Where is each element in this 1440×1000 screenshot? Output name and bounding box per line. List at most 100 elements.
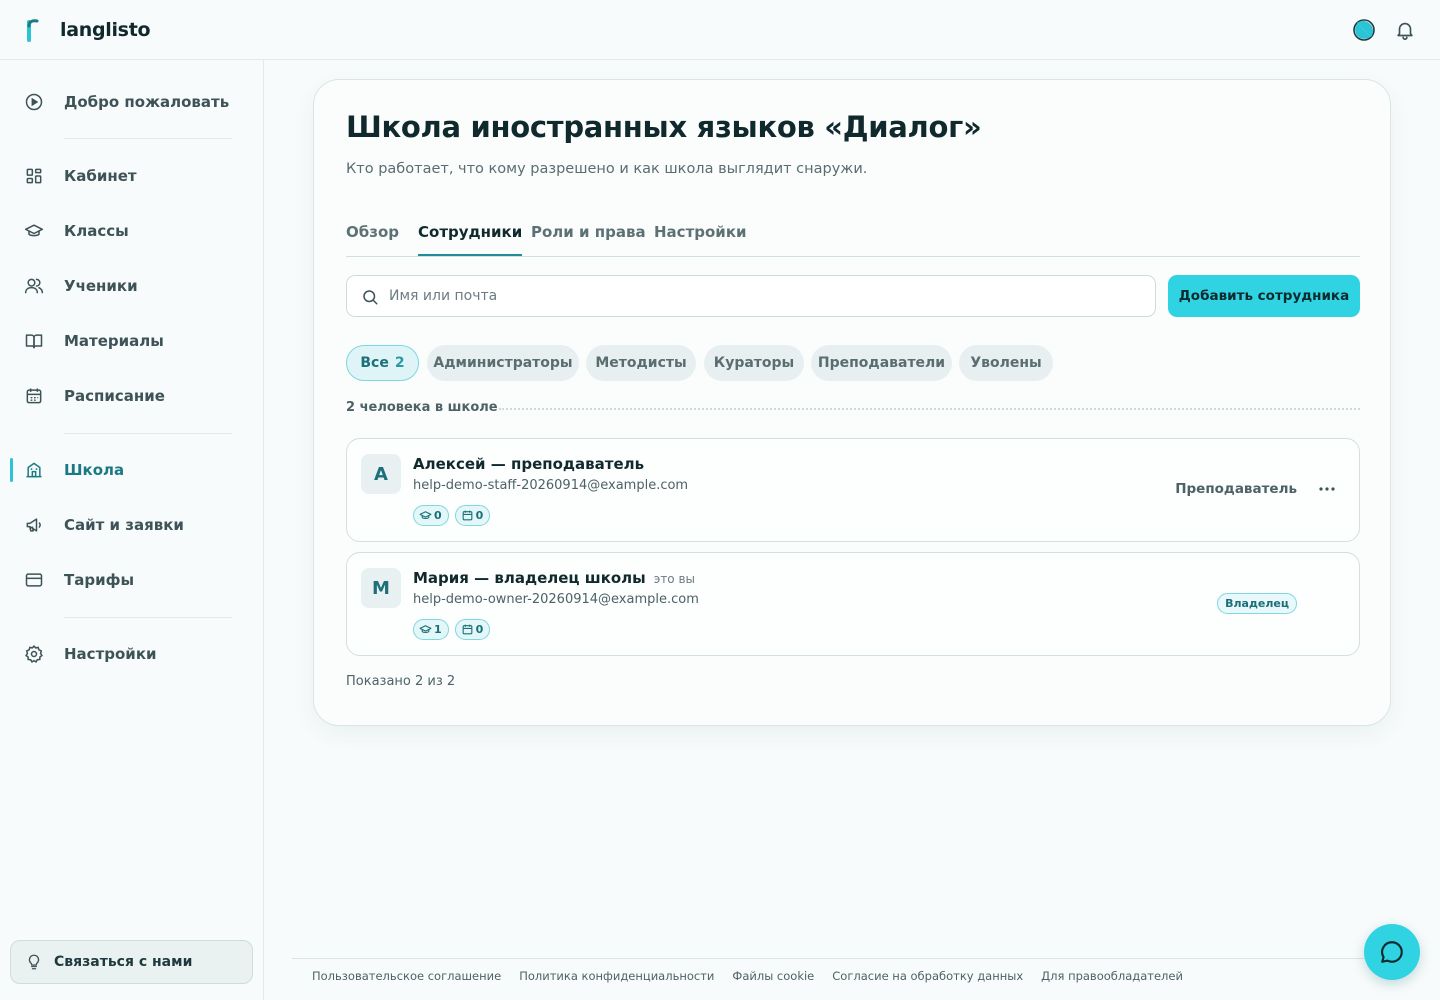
sidebar-item-label: Тарифы [64, 571, 135, 589]
shown-count-text: Показано 2 из 2 [346, 674, 456, 689]
filter-chip-teachers[interactable]: Преподаватели [811, 345, 952, 381]
sidebar-item-site[interactable]: Сайт и заявки [0, 503, 263, 547]
filter-chip-label: Кураторы [713, 355, 795, 371]
staff-name: Мария — владелец школы это вы [413, 569, 695, 587]
role-label: Преподаватель [1175, 481, 1297, 497]
you-label: это вы [653, 572, 696, 586]
page-title: Школа иностранных языков «Диалог» [346, 110, 982, 144]
add-staff-button[interactable]: Добавить сотрудника [1168, 275, 1360, 317]
staff-email: help-demo-staff-20260914@example.com [413, 478, 689, 493]
filter-chip-curators[interactable]: Кураторы [704, 345, 804, 381]
search-input[interactable] [389, 276, 1139, 316]
graduation-cap-icon [419, 625, 432, 634]
bell-icon[interactable] [1394, 19, 1416, 41]
sidebar-item-label: Расписание [64, 387, 165, 405]
filter-chip-all[interactable]: Все 2 [346, 345, 419, 381]
users-icon [24, 276, 44, 296]
staff-name-text: Алексей — преподаватель [413, 455, 645, 473]
filter-chip-label: Все [360, 355, 389, 371]
megaphone-icon [24, 515, 44, 535]
filter-chip-label: Преподаватели [817, 355, 946, 371]
footer-link-data-consent[interactable]: Согласие на обработку данных [832, 969, 1023, 983]
tab-overview[interactable]: Обзор [346, 223, 399, 241]
staff-count-text: 2 человека в школе [346, 400, 498, 415]
sidebar-item-label: Настройки [64, 645, 157, 663]
more-options-icon[interactable] [1315, 479, 1339, 499]
staff-row[interactable]: А Алексей — преподаватель help-demo-staf… [346, 438, 1360, 542]
sidebar-item-school[interactable]: Школа [0, 448, 263, 492]
filter-chip-count: 2 [394, 355, 405, 371]
lessons-count: 0 [475, 509, 484, 522]
footer-link-cookies[interactable]: Файлы cookie [732, 969, 814, 983]
staff-row[interactable]: М Мария — владелец школы это вы help-demo… [346, 552, 1360, 656]
filter-chip-label: Уволены [970, 355, 1042, 371]
sidebar-item-cabinet[interactable]: Кабинет [0, 154, 263, 198]
footer-link-terms[interactable]: Пользовательское соглашение [312, 969, 501, 983]
calendar-icon [462, 510, 473, 521]
app-name: langlisto [60, 19, 151, 41]
logo[interactable]: langlisto [26, 18, 151, 42]
filter-chip-label: Методисты [595, 355, 687, 371]
classes-count-badge: 0 [413, 505, 449, 526]
sidebar-item-label: Кабинет [64, 167, 137, 185]
filter-chip-label: Администраторы [433, 355, 573, 371]
lightbulb-icon [25, 952, 43, 972]
credit-card-icon [24, 570, 44, 590]
tab-settings[interactable]: Настройки [654, 223, 747, 241]
chat-button[interactable] [1364, 924, 1420, 980]
calendar-icon [462, 624, 473, 635]
dotted-divider [499, 408, 1360, 410]
tab-roles[interactable]: Роли и права [531, 223, 646, 241]
sidebar-item-materials[interactable]: Материалы [0, 319, 263, 363]
sidebar-item-label: Ученики [64, 277, 138, 295]
lessons-count-badge: 0 [454, 619, 491, 640]
avatar: М [361, 568, 401, 608]
sidebar-item-schedule[interactable]: Расписание [0, 374, 263, 418]
sidebar-divider [64, 433, 232, 434]
filter-chip-methodists[interactable]: Методисты [586, 345, 696, 381]
classes-count: 1 [434, 623, 442, 636]
play-circle-icon [24, 92, 44, 112]
avatar: А [361, 454, 401, 494]
footer-links: Пользовательское соглашение Политика кон… [312, 969, 1183, 983]
tab-staff[interactable]: Сотрудники [418, 223, 523, 256]
theme-toggle-icon[interactable] [1352, 18, 1376, 42]
search-box [346, 275, 1156, 317]
sidebar-item-tariffs[interactable]: Тарифы [0, 558, 263, 602]
staff-email: help-demo-owner-20260914@example.com [413, 592, 699, 607]
owner-role-badge: Владелец [1217, 593, 1297, 614]
graduation-cap-icon [24, 221, 44, 241]
logo-mark-icon [26, 18, 40, 42]
school-building-icon [24, 460, 44, 480]
sidebar-divider [64, 617, 232, 618]
filter-chip-dismissed[interactable]: Уволены [959, 345, 1053, 381]
footer-link-rightsholders[interactable]: Для правообладателей [1041, 969, 1183, 983]
sidebar-item-students[interactable]: Ученики [0, 264, 263, 308]
book-icon [24, 331, 44, 351]
filter-chip-admins[interactable]: Администраторы [427, 345, 579, 381]
staff-name-text: Мария — владелец школы [413, 569, 646, 587]
sidebar-item-welcome[interactable]: Добро пожаловать [0, 80, 263, 124]
page-subtitle: Кто работает, что кому разрешено и как ш… [346, 161, 868, 177]
sidebar: Добро пожаловать Кабинет Классы Ученики … [0, 60, 264, 1000]
tabs: Обзор Сотрудники Роли и права Настройки [346, 223, 1360, 257]
chat-bubble-icon [1379, 939, 1405, 965]
contact-us-button[interactable]: Связаться с нами [10, 940, 253, 984]
classes-count: 0 [434, 509, 442, 522]
classes-count-badge: 1 [413, 619, 449, 640]
staff-stats: 1 0 [413, 619, 491, 640]
sidebar-item-label: Школа [64, 461, 125, 479]
sidebar-item-settings[interactable]: Настройки [0, 632, 263, 676]
sidebar-item-label: Сайт и заявки [64, 516, 184, 534]
sidebar-divider [64, 138, 232, 139]
lessons-count-badge: 0 [454, 505, 491, 526]
school-staff-card: Школа иностранных языков «Диалог» Кто ра… [313, 79, 1391, 726]
sidebar-item-label: Классы [64, 222, 129, 240]
lessons-count: 0 [475, 623, 484, 636]
contact-us-label: Связаться с нами [54, 954, 193, 970]
footer-link-privacy[interactable]: Политика конфиденциальности [519, 969, 714, 983]
staff-name: Алексей — преподаватель [413, 455, 644, 473]
top-header: langlisto [0, 0, 1440, 60]
sidebar-item-classes[interactable]: Классы [0, 209, 263, 253]
calendar-icon [24, 386, 44, 406]
